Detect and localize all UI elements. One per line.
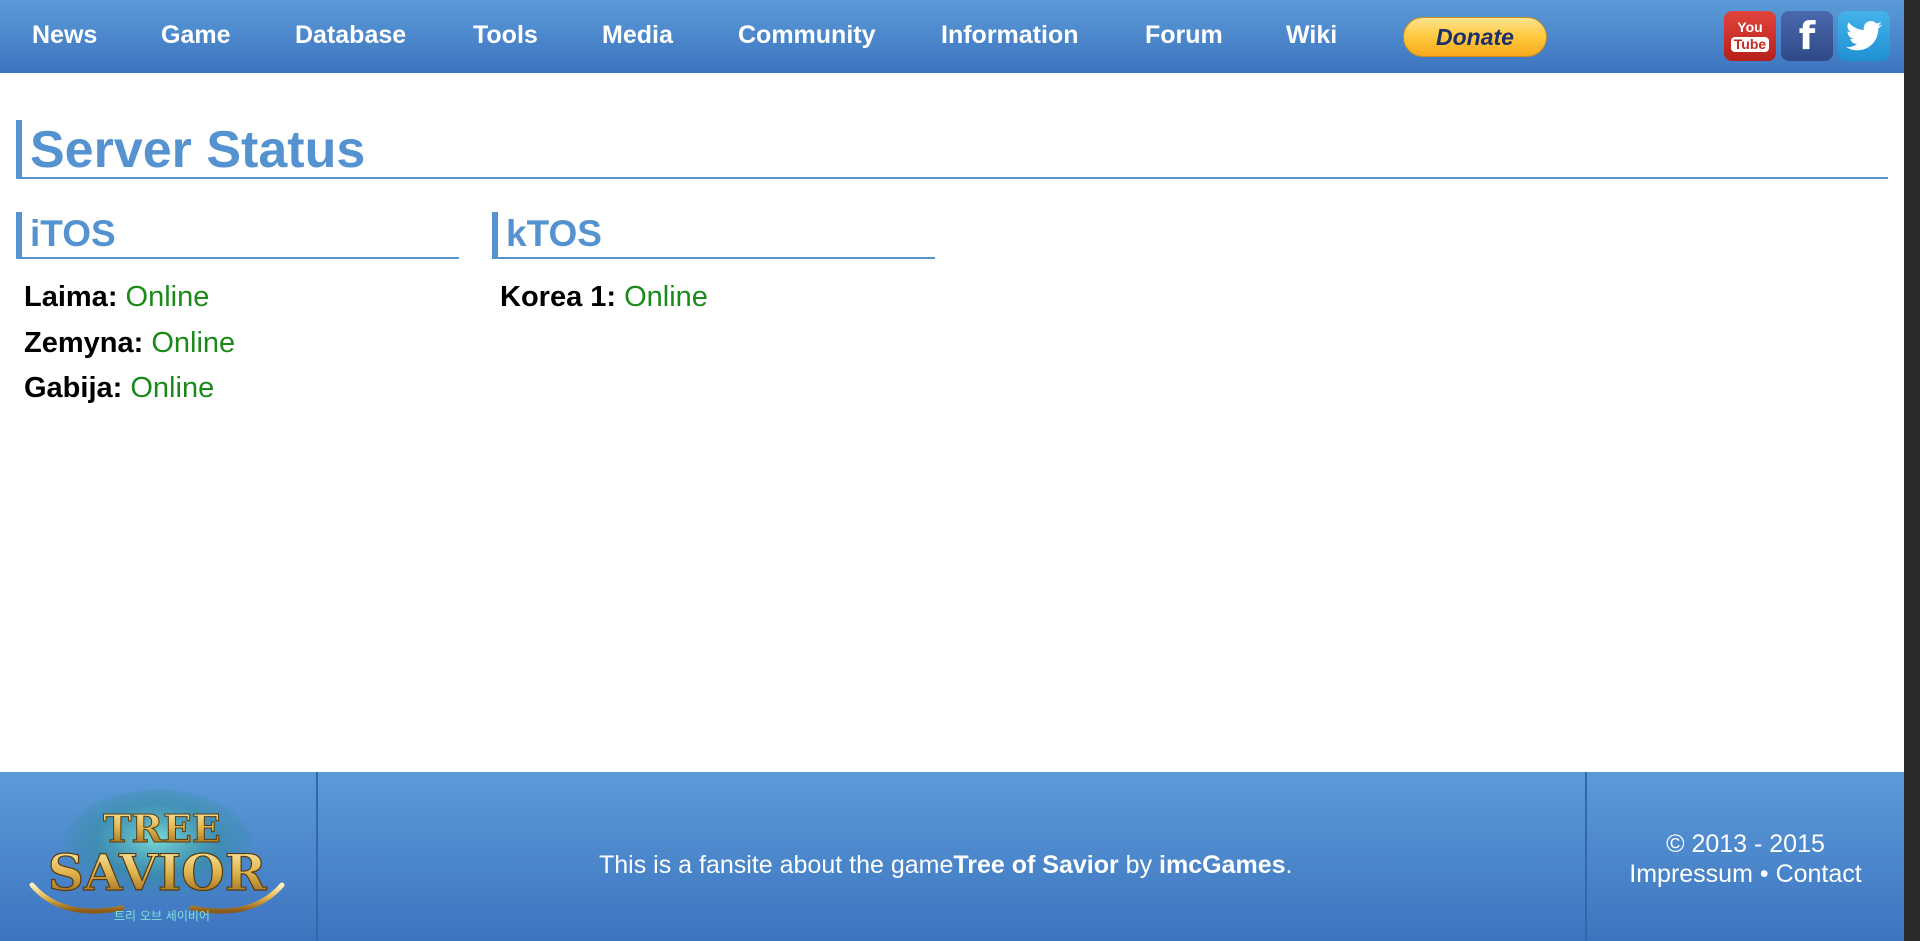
server-name: Zemyna:	[24, 327, 144, 359]
youtube-link[interactable]: You Tube	[1724, 11, 1776, 61]
server-name: Gabija:	[24, 372, 123, 404]
twitter-bird-icon	[1846, 21, 1882, 51]
twitter-link[interactable]	[1838, 11, 1890, 61]
nav-news[interactable]: News	[32, 20, 97, 50]
server-status: Online	[624, 281, 708, 313]
page: News Game Database Tools Media Community…	[0, 0, 1904, 941]
itos-heading: iTOS	[30, 213, 116, 254]
footer-text-prefix: This is a fansite about the game	[599, 851, 954, 879]
footer-link-separator: •	[1752, 860, 1776, 888]
tree-of-savior-logo[interactable]: TREE SAVIOR 트리 오브 세이비어	[22, 790, 292, 930]
footer-text-by: by	[1118, 851, 1160, 879]
footer-divider-left	[316, 772, 318, 941]
nav-community[interactable]: Community	[738, 20, 876, 50]
impressum-link[interactable]: Impressum	[1629, 860, 1753, 888]
nav-database[interactable]: Database	[295, 20, 406, 50]
server-row-gabija: Gabija: Online	[24, 371, 214, 405]
nav-forum[interactable]: Forum	[1145, 20, 1223, 50]
nav-game[interactable]: Game	[161, 20, 230, 50]
logo-text-savior: SAVIOR	[48, 843, 267, 902]
footer-game-name: Tree of Savior	[953, 851, 1119, 879]
footer-links: Impressum • Contact	[1587, 859, 1904, 889]
server-row-laima: Laima: Online	[24, 280, 209, 314]
footer-text-suffix: .	[1285, 851, 1293, 879]
facebook-icon: f	[1798, 14, 1816, 58]
facebook-link[interactable]: f	[1781, 11, 1833, 61]
copyright-text: © 2013 - 2015	[1666, 830, 1825, 858]
top-navigation: News Game Database Tools Media Community…	[0, 0, 1904, 73]
server-name: Korea 1:	[500, 281, 617, 313]
server-row-korea-1: Korea 1: Online	[500, 280, 708, 314]
page-title: Server Status	[30, 121, 366, 179]
ktos-heading: kTOS	[506, 213, 602, 254]
nav-tools[interactable]: Tools	[473, 20, 538, 50]
youtube-icon-text-top: You	[1737, 19, 1763, 35]
contact-link[interactable]: Contact	[1776, 860, 1862, 888]
donate-button[interactable]: Donate	[1403, 17, 1547, 57]
server-row-zemyna: Zemyna: Online	[24, 326, 235, 360]
nav-information[interactable]: Information	[941, 20, 1079, 50]
logo-text-korean: 트리 오브 세이비어	[114, 909, 210, 923]
youtube-icon-text-bottom: Tube	[1730, 37, 1770, 52]
footer-fansite-text: This is a fansite about the gameTree of …	[599, 849, 1292, 881]
nav-media[interactable]: Media	[602, 20, 673, 50]
server-status: Online	[130, 372, 215, 404]
server-name: Laima:	[24, 281, 118, 313]
nav-wiki[interactable]: Wiki	[1286, 20, 1337, 50]
server-status: Online	[125, 281, 210, 313]
footer-developer-name: imcGames	[1159, 851, 1286, 879]
server-status: Online	[151, 327, 236, 359]
youtube-icon: You Tube	[1730, 19, 1770, 52]
